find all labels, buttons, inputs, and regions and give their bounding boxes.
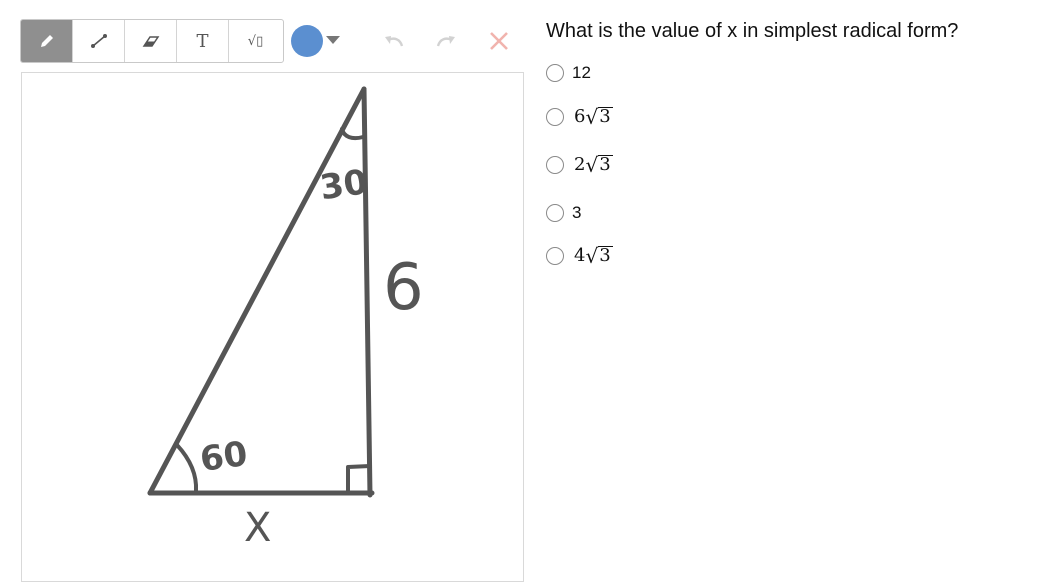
- radical-sign-icon: √: [585, 153, 599, 177]
- question-text: What is the value of x in simplest radic…: [546, 20, 959, 42]
- option-label: 12: [572, 63, 591, 82]
- option-radicand: 3: [598, 245, 613, 267]
- option-label: 6 √ 3: [574, 106, 613, 127]
- line-tool-button[interactable]: [73, 20, 125, 62]
- sqrt-icon: √▯: [247, 33, 264, 49]
- right-angle-mark: [346, 464, 372, 495]
- angle-label-30: 30: [318, 162, 370, 208]
- pencil-tool-button[interactable]: [21, 20, 73, 62]
- answer-option-4-root-3[interactable]: 4 √ 3: [546, 245, 613, 266]
- side-label-x: X: [244, 505, 271, 551]
- radical-sign-icon: √: [585, 244, 599, 268]
- radical: √ 3: [585, 153, 613, 177]
- answer-option-6-root-3[interactable]: 6 √ 3: [546, 106, 613, 127]
- option-radicand: 3: [598, 106, 613, 128]
- option-label: 2 √ 3: [574, 154, 613, 175]
- radical-sign-icon: √: [585, 105, 599, 129]
- redo-icon: [436, 36, 455, 47]
- radio-button[interactable]: [546, 107, 564, 126]
- angle-label-60: 60: [198, 434, 250, 480]
- option-label: 4 √ 3: [574, 245, 613, 266]
- math-tool-button[interactable]: √▯: [229, 20, 282, 62]
- text-icon: T: [196, 30, 209, 52]
- radio-button[interactable]: [546, 64, 564, 82]
- triangle-hypotenuse: [147, 86, 367, 496]
- angle-arc-60: [175, 443, 199, 493]
- radical: √ 3: [585, 244, 613, 268]
- option-radicand: 3: [598, 154, 613, 176]
- color-picker-swatch[interactable]: [291, 25, 323, 57]
- radical: √ 3: [585, 105, 613, 129]
- line-icon: [90, 34, 107, 48]
- eraser-icon: [142, 36, 159, 47]
- redo-button[interactable]: [433, 28, 459, 54]
- text-tool-button[interactable]: T: [177, 20, 229, 62]
- radio-button[interactable]: [546, 246, 564, 265]
- eraser-tool-button[interactable]: [125, 20, 177, 62]
- radio-button[interactable]: [546, 204, 564, 222]
- angle-arc-30: [340, 127, 365, 141]
- answer-option-3[interactable]: 3: [546, 203, 581, 223]
- undo-button[interactable]: [381, 28, 407, 54]
- undo-icon: [385, 36, 404, 47]
- radio-button[interactable]: [546, 155, 564, 174]
- option-label: 3: [572, 203, 582, 222]
- option-coefficient: 6: [574, 106, 586, 127]
- clear-icon: [490, 32, 508, 50]
- answer-option-2-root-3[interactable]: 2 √ 3: [546, 154, 613, 175]
- drawing-toolbar: T √▯: [20, 19, 284, 63]
- answer-option-12[interactable]: 12: [546, 63, 591, 83]
- clear-button[interactable]: [486, 28, 512, 54]
- pencil-icon: [40, 35, 53, 47]
- triangle-drawing: 30 6 60 X: [147, 86, 424, 551]
- side-label-6: 6: [383, 251, 424, 325]
- drawing-canvas[interactable]: 30 6 60 X: [21, 72, 524, 582]
- option-coefficient: 4: [574, 245, 586, 266]
- triangle-vertical-side: [361, 86, 373, 498]
- chevron-down-icon[interactable]: [326, 36, 340, 44]
- option-coefficient: 2: [574, 154, 586, 175]
